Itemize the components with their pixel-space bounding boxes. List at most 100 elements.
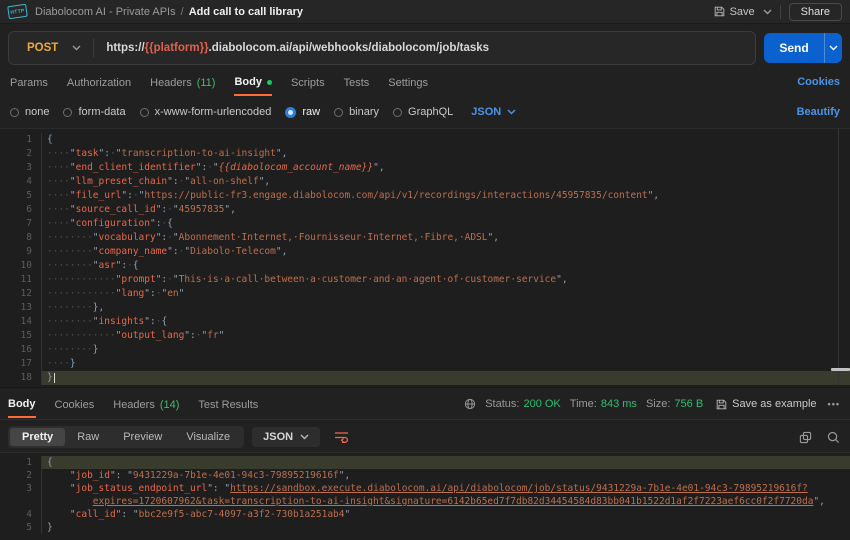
- url-bar[interactable]: POST https://{{platform}}.diabolocom.ai/…: [8, 31, 756, 65]
- save-label: Save: [730, 6, 755, 18]
- tab-tests[interactable]: Tests: [344, 72, 370, 96]
- body-mode-radios: none form-data x-www-form-urlencoded raw bin…: [10, 106, 453, 118]
- vertical-scrollbar-track[interactable]: [838, 128, 839, 386]
- line-number: 2: [0, 469, 32, 482]
- tab-test-results[interactable]: Test Results: [198, 394, 258, 418]
- tab-cookies[interactable]: Cookies: [55, 394, 95, 418]
- save-as-example-label: Save as example: [732, 398, 816, 410]
- network-globe-icon[interactable]: [464, 398, 476, 410]
- tab-body[interactable]: Body: [234, 72, 272, 96]
- code-line: 5 ····"file_url":·"https://public-fr3.eng…: [0, 189, 850, 203]
- method-chevron-icon: [72, 45, 81, 51]
- radio-icon: [10, 108, 19, 117]
- code-line: 6····"source_call_id":·"45957835",: [0, 203, 850, 217]
- code-line-text: ····"source_call_id":·"45957835",: [41, 203, 850, 217]
- tab-params[interactable]: Params: [10, 72, 48, 96]
- view-visualize[interactable]: Visualize: [174, 428, 242, 446]
- radio-icon: [63, 108, 72, 117]
- view-preview[interactable]: Preview: [111, 428, 174, 446]
- send-options-chevron-icon[interactable]: [824, 33, 842, 63]
- request-body-editor[interactable]: 1{2····"task":·"transcription-to-ai-insi…: [0, 128, 850, 388]
- line-number: 5: [0, 189, 32, 203]
- body-mode-raw[interactable]: raw: [285, 106, 320, 118]
- tab-settings[interactable]: Settings: [388, 72, 428, 96]
- line-number: 1: [0, 133, 32, 147]
- url-variable: {{platform}}: [145, 42, 209, 54]
- code-line-text: ····"configuration":·{: [41, 217, 850, 231]
- body-mode-form-data[interactable]: form-data: [63, 106, 125, 118]
- radio-icon: [285, 107, 296, 118]
- code-line: 5}: [0, 521, 850, 534]
- code-line: 10········"asr":·{: [0, 259, 850, 273]
- body-mode-graphql[interactable]: GraphQL: [393, 106, 453, 118]
- code-line: 3 "job_status_endpoint_url": "https://sa…: [0, 482, 850, 495]
- tab-label: Headers: [113, 399, 155, 411]
- code-line-text: {: [41, 456, 850, 469]
- tab-headers[interactable]: Headers(14): [113, 394, 179, 418]
- save-options-chevron-icon[interactable]: [763, 9, 772, 15]
- share-button[interactable]: Share: [789, 3, 842, 21]
- response-language-selector[interactable]: JSON: [252, 427, 320, 447]
- line-number: 8: [0, 231, 32, 245]
- view-pretty[interactable]: Pretty: [10, 428, 65, 446]
- search-icon[interactable]: [827, 431, 840, 444]
- tab-label: Params: [10, 77, 48, 89]
- tab-headers[interactable]: Headers (11): [150, 72, 215, 96]
- code-line: 12 ············"lang":·"en": [0, 287, 850, 301]
- workspace-name[interactable]: Diabolocom AI - Private APIs: [35, 6, 176, 18]
- tab-label: Scripts: [291, 77, 325, 89]
- send-button[interactable]: Send: [764, 33, 842, 63]
- response-tabs-row: BodyCookiesHeaders(14)Test Results Statu…: [0, 392, 850, 420]
- body-mode-none[interactable]: none: [10, 106, 49, 118]
- line-number: 12: [0, 287, 32, 301]
- save-button[interactable]: Save: [714, 6, 755, 18]
- tab-label: Body: [234, 76, 262, 88]
- tab-count-badge: (11): [197, 77, 216, 89]
- more-options-button[interactable]: •••: [828, 399, 840, 409]
- body-mode-row: none form-data x-www-form-urlencoded raw bin…: [0, 101, 850, 123]
- response-body-code: 1{2 "job_id": "9431229a-7b1e-4e01-94c3-7…: [0, 456, 850, 534]
- body-mode-x-www-form-urlencoded[interactable]: x-www-form-urlencoded: [140, 106, 272, 118]
- save-as-example-button[interactable]: Save as example: [716, 398, 816, 410]
- tab-body[interactable]: Body: [8, 394, 36, 418]
- code-line-text: ············"lang":·"en": [41, 287, 850, 301]
- code-line-text: ····"task":·"transcription-to-ai-insight…: [41, 147, 850, 161]
- code-line: 7····"configuration":·{: [0, 217, 850, 231]
- cookies-link[interactable]: Cookies: [797, 72, 840, 88]
- line-number: 15: [0, 329, 32, 343]
- view-raw[interactable]: Raw: [65, 428, 111, 446]
- wrap-text-button[interactable]: [328, 428, 355, 446]
- line-number: 4: [0, 175, 32, 189]
- line-number: 18: [0, 371, 32, 385]
- line-number: 9: [0, 245, 32, 259]
- text-cursor: [54, 373, 55, 383]
- code-line-text: ····"file_url":·"https://public-fr3.enga…: [41, 189, 850, 203]
- method-label: POST: [27, 42, 58, 54]
- code-line: expires=1720607962&task=transcription-to…: [0, 495, 850, 508]
- body-language-selector[interactable]: JSON: [471, 106, 516, 118]
- code-line: 14········"insights":·{: [0, 315, 850, 329]
- floppy-disk-icon: [716, 399, 727, 410]
- floppy-disk-icon: [714, 6, 725, 17]
- language-chevron-icon: [300, 434, 309, 440]
- tab-authorization[interactable]: Authorization: [67, 72, 131, 96]
- tab-scripts[interactable]: Scripts: [291, 72, 325, 96]
- response-language-label: JSON: [263, 431, 293, 443]
- beautify-link[interactable]: Beautify: [797, 106, 840, 118]
- mode-label: raw: [302, 106, 320, 118]
- code-line-text: expires=1720607962&task=transcription-to…: [41, 495, 850, 508]
- line-number: 4: [0, 508, 32, 521]
- tab-label: Headers: [150, 77, 192, 89]
- request-url-row: POST https://{{platform}}.diabolocom.ai/…: [0, 31, 850, 65]
- response-toolbar: PrettyRawPreviewVisualize JSON: [0, 424, 850, 450]
- copy-icon[interactable]: [799, 431, 812, 444]
- request-title: Add call to call library: [189, 6, 303, 18]
- url-input[interactable]: https://{{platform}}.diabolocom.ai/api/w…: [94, 42, 489, 54]
- horizontal-scrollbar-thumb[interactable]: [831, 368, 850, 371]
- body-mode-binary[interactable]: binary: [334, 106, 379, 118]
- method-selector[interactable]: POST: [9, 42, 93, 54]
- code-line: 2····"task":·"transcription-to-ai-insigh…: [0, 147, 850, 161]
- response-tabs: Body Cookies Headers(14) Test Results: [8, 394, 258, 418]
- response-body-viewer[interactable]: 1{2 "job_id": "9431229a-7b1e-4e01-94c3-7…: [0, 452, 850, 540]
- line-number: 10: [0, 259, 32, 273]
